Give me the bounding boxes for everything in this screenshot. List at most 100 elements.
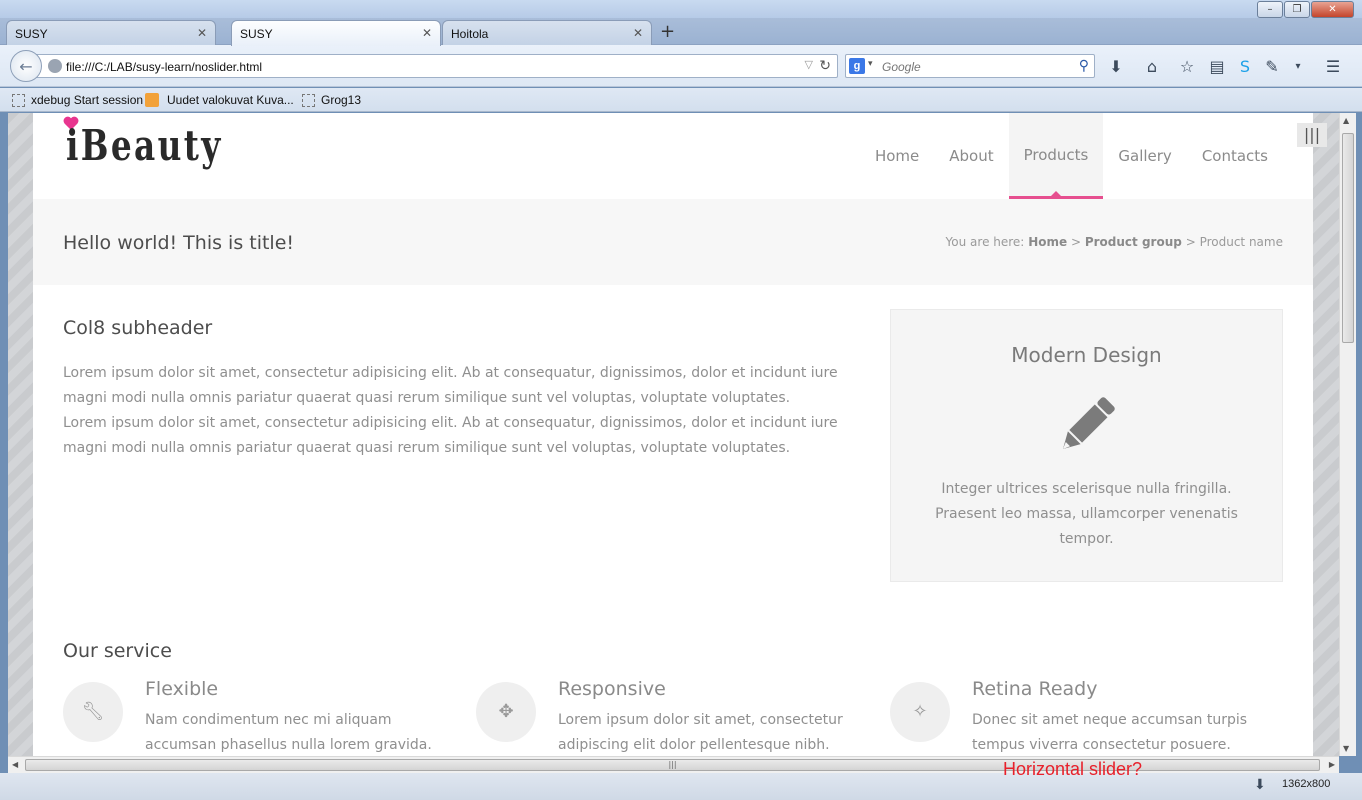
navigation-toolbar: file:///C:/LAB/susy-learn/noslider.html … [0, 45, 1362, 87]
tab-close-icon[interactable]: ✕ [633, 26, 643, 40]
service-title: Retina Ready [972, 678, 1098, 700]
wrench-icon: 🔧︎ [63, 682, 123, 742]
resolution-label: 1362x800 [1282, 778, 1331, 790]
nav-label: Home [874, 147, 920, 165]
tab-label: Hoitola [451, 27, 489, 41]
search-bar[interactable]: g ▾ Google ⚲ [845, 54, 1095, 78]
breadcrumb-current: Product name [1199, 235, 1283, 249]
breadcrumb-separator: > [1070, 235, 1082, 249]
our-service-title: Our service [63, 640, 172, 662]
breadcrumb-group-link[interactable]: Product group [1085, 235, 1182, 249]
bookmarks-toolbar: xdebug Start session Uudet valokuvat Kuv… [0, 88, 1362, 112]
window-titlebar: – ❐ ✕ [0, 0, 1362, 20]
toolbar-dropdown-icon[interactable]: ▾ [1288, 57, 1308, 77]
tab-susy-2[interactable]: SUSY ✕ [231, 20, 441, 46]
bookmark-label: Grog13 [321, 93, 362, 107]
page-title-band: Hello world! This is title! You are here… [33, 199, 1313, 285]
nav-label: About [949, 147, 994, 165]
nav-contacts[interactable]: Contacts [1187, 113, 1283, 199]
reading-list-icon[interactable]: ▤ [1207, 57, 1227, 77]
logo-text: iBeauty [66, 121, 223, 170]
bookmark-xdebug[interactable]: xdebug Start session [12, 93, 143, 107]
bookmark-uudet-valokuvat[interactable]: Uudet valokuvat Kuva... [145, 93, 294, 107]
skype-icon[interactable]: S [1235, 57, 1255, 77]
mobile-menu-toggle[interactable]: ||| [1297, 123, 1327, 147]
feature-box: Modern Design Integer ultrices scelerisq… [890, 309, 1283, 582]
close-window-button[interactable]: ✕ [1311, 1, 1354, 18]
window-controls: – ❐ ✕ [1256, 1, 1354, 18]
annotation-text: Horizontal slider? [1003, 759, 1143, 779]
nav-about[interactable]: About [934, 113, 1008, 199]
col8-subheader: Col8 subheader [63, 317, 213, 339]
vertical-scrollbar[interactable]: ▲ ▼ [1339, 113, 1356, 756]
google-engine-icon[interactable]: g [849, 58, 865, 74]
service-title: Responsive [558, 678, 666, 700]
pencil-icon [1062, 397, 1115, 450]
url-bar[interactable]: file:///C:/LAB/susy-learn/noslider.html … [30, 54, 838, 78]
breadcrumb-prefix: You are here: [945, 235, 1025, 249]
site-logo[interactable]: iBeauty [63, 115, 220, 180]
scroll-down-arrow-icon[interactable]: ▼ [1343, 744, 1349, 753]
breadcrumb: You are here: Home > Product group > Pro… [946, 235, 1283, 249]
tab-strip: SUSY ✕ Hoitola ✕ SUSY ✕ + [0, 18, 1362, 46]
tab-hoitola[interactable]: Hoitola ✕ [442, 20, 652, 45]
url-text: file:///C:/LAB/susy-learn/noslider.html [66, 60, 263, 74]
feature-text: Integer ultrices scelerisque nulla fring… [935, 481, 1238, 547]
breadcrumb-home-link[interactable]: Home [1028, 235, 1067, 249]
engine-dropdown-icon[interactable]: ▾ [868, 58, 873, 69]
reload-icon[interactable]: ↻ [819, 57, 831, 74]
tab-label: SUSY [15, 27, 48, 41]
search-icon[interactable]: ⚲ [1079, 57, 1089, 74]
nav-gallery[interactable]: Gallery [1103, 113, 1186, 199]
magic-wand-icon: ✧ [890, 682, 950, 742]
breadcrumb-separator: > [1185, 235, 1196, 249]
bookmark-label: Uudet valokuvat Kuva... [167, 93, 294, 107]
feature-title: Modern Design [1011, 343, 1162, 367]
download-status-icon[interactable]: ⬇ [1254, 776, 1266, 793]
scroll-right-arrow-icon[interactable]: ▶ [1329, 760, 1335, 769]
bookmark-page-icon [12, 93, 25, 107]
scroll-up-arrow-icon[interactable]: ▲ [1343, 116, 1349, 125]
maximize-button[interactable]: ❐ [1284, 1, 1310, 18]
back-arrow-icon: ← [19, 56, 33, 76]
service-text: Lorem ipsum dolor sit amet, consectetur … [558, 712, 843, 753]
status-bar: Horizontal slider? ⬇ 1362x800 [0, 759, 1362, 800]
globe-icon [48, 59, 62, 73]
bookmark-star-icon[interactable]: ☆ [1177, 57, 1197, 77]
back-button[interactable]: ← [10, 50, 42, 82]
paragraph: Lorem ipsum dolor sit amet, consectetur … [63, 365, 838, 406]
minimize-button[interactable]: – [1257, 1, 1283, 18]
nav-label: Contacts [1201, 147, 1268, 165]
move-icon: ✥ [476, 682, 536, 742]
tab-close-icon[interactable]: ✕ [197, 26, 207, 40]
download-icon[interactable]: ⬇ [1106, 57, 1126, 77]
url-dropdown-icon[interactable]: ▽ [805, 58, 813, 71]
tab-susy-1[interactable]: SUSY ✕ [6, 20, 216, 45]
search-placeholder: Google [882, 60, 921, 74]
bookmark-label: xdebug Start session [31, 93, 144, 107]
body-text: Lorem ipsum dolor sit amet, consectetur … [63, 361, 873, 461]
bookmark-grog13[interactable]: Grog13 [302, 93, 361, 107]
main-navigation: Home About Products Gallery Contacts [860, 113, 1313, 199]
nav-products[interactable]: Products [1008, 113, 1104, 199]
nav-label: Gallery [1118, 147, 1172, 165]
menu-icon[interactable]: ☰ [1323, 57, 1343, 77]
bookmark-page-icon [302, 93, 315, 107]
page-viewport: iBeauty Home About Products Gallery Cont… [8, 113, 1339, 756]
rss-feed-icon [145, 93, 159, 107]
nav-label: Products [1023, 145, 1089, 164]
paragraph: Lorem ipsum dolor sit amet, consectetur … [63, 415, 838, 456]
nav-home[interactable]: Home [860, 113, 934, 199]
vertical-scroll-thumb[interactable] [1342, 133, 1354, 343]
tab-label: SUSY [240, 27, 273, 41]
tab-close-icon[interactable]: ✕ [422, 26, 432, 40]
new-tab-button[interactable]: + [660, 21, 675, 42]
addon-icon[interactable]: ✎ [1262, 57, 1282, 77]
page-title: Hello world! This is title! [63, 232, 295, 254]
service-text: Donec sit amet neque accumsan turpis tem… [972, 712, 1248, 753]
web-page: iBeauty Home About Products Gallery Cont… [33, 113, 1313, 756]
scroll-left-arrow-icon[interactable]: ◀ [12, 760, 18, 769]
service-text: Nam condimentum nec mi aliquam accumsan … [145, 712, 432, 753]
service-title: Flexible [145, 678, 219, 700]
home-icon[interactable]: ⌂ [1142, 57, 1162, 77]
